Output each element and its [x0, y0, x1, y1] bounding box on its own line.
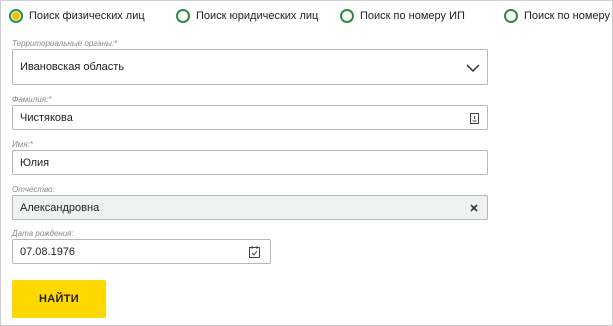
radio-id-number[interactable]: Поиск по номеру ИД [504, 7, 613, 25]
patronymic-label: Отчество: [12, 185, 55, 194]
search-form-panel: Поиск физических лиц Поиск юридических л… [0, 0, 613, 326]
radio-ip-number[interactable]: Поиск по номеру ИП [340, 7, 465, 25]
firstname-label: Имя:* [12, 140, 33, 149]
region-select[interactable]: Ивановская область [12, 49, 488, 85]
clear-icon[interactable] [469, 203, 479, 213]
search-button[interactable]: НАЙТИ [12, 280, 106, 318]
firstname-value: Юлия [20, 157, 50, 169]
lastname-input[interactable]: Чистякова [12, 105, 488, 130]
radio-unselected-icon [340, 9, 354, 23]
lastname-label: Фамилия:* [12, 95, 52, 104]
birthdate-label: Дата рождения: [12, 229, 74, 238]
patronymic-input[interactable]: Александровна [12, 195, 488, 220]
lastname-value: Чистякова [20, 112, 73, 124]
birthdate-input[interactable]: 07.08.1976 [12, 239, 271, 264]
radio-legal-entities[interactable]: Поиск юридических лиц [176, 7, 318, 25]
radio-individuals[interactable]: Поиск физических лиц [9, 7, 145, 25]
search-type-tabs: Поиск физических лиц Поиск юридических л… [9, 7, 613, 25]
keyboard-icon[interactable] [469, 112, 479, 124]
radio-individuals-label: Поиск физических лиц [29, 10, 145, 22]
firstname-input[interactable]: Юлия [12, 150, 488, 175]
radio-unselected-icon [176, 9, 190, 23]
radio-legal-entities-label: Поиск юридических лиц [196, 10, 319, 22]
region-label: Территориальные органы:* [12, 39, 118, 48]
chevron-down-icon [465, 60, 481, 76]
calendar-icon[interactable] [248, 245, 260, 258]
patronymic-value: Александровна [20, 202, 100, 214]
birthdate-value: 07.08.1976 [20, 246, 76, 258]
region-value: Ивановская область [20, 61, 125, 73]
radio-id-number-label: Поиск по номеру ИД [524, 10, 613, 22]
radio-unselected-icon [504, 9, 518, 23]
radio-ip-number-label: Поиск по номеру ИП [360, 10, 465, 22]
radio-selected-icon [9, 9, 23, 23]
